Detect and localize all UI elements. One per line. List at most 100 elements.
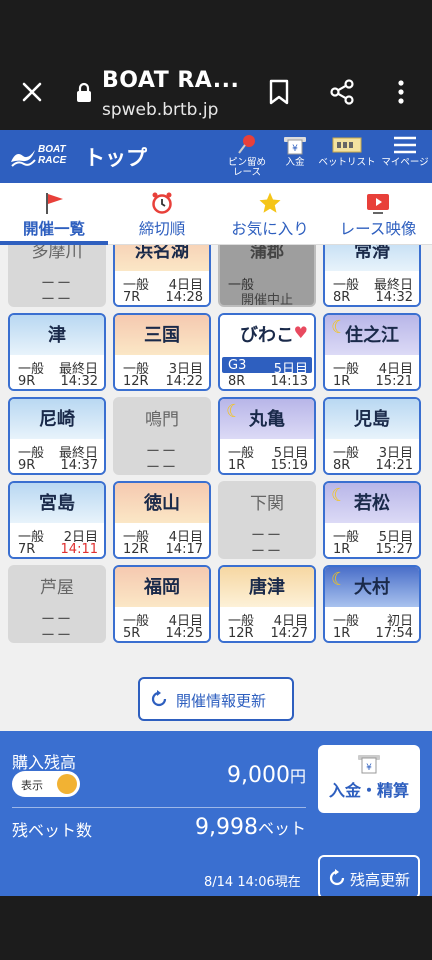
refresh-balance-button[interactable]: 残高更新 bbox=[318, 855, 420, 899]
boat-race-logo[interactable]: BOAT RACE bbox=[10, 142, 72, 172]
venue-name: 浜名湖 bbox=[135, 245, 189, 262]
show-balance-toggle[interactable]: 表示 bbox=[12, 771, 80, 797]
tab-bar: 開催一覧 締切順 お気に入り レース映像 bbox=[0, 183, 432, 245]
alarm-clock-icon bbox=[152, 192, 172, 214]
mypage-label: マイページ bbox=[381, 157, 429, 168]
refresh-icon bbox=[151, 690, 167, 707]
venue-card[interactable]: ☾ 若松 一般 5日目 1R 15:27 bbox=[323, 481, 421, 559]
race-deadline-time: 14:21 bbox=[375, 458, 413, 473]
venue-card[interactable]: 蒲郡 一般 開催中止 bbox=[218, 245, 316, 307]
venue-info: 一般 最終日 9R 14:32 bbox=[10, 355, 104, 389]
race-deadline-time: 14:11 bbox=[60, 542, 98, 557]
tab-schedule[interactable]: 開催一覧 bbox=[0, 183, 108, 245]
venue-card[interactable]: 下関 ーー ーー bbox=[218, 481, 316, 559]
race-deadline-time: 15:21 bbox=[375, 374, 413, 389]
venue-card[interactable]: 宮島 一般 2日目 7R 14:11 bbox=[8, 481, 106, 559]
venue-name: 唐津 bbox=[249, 577, 285, 598]
venue-card[interactable]: ☾ 住之江 一般 4日目 1R 15:21 bbox=[323, 313, 421, 391]
venue-info: 一般 4日目 12R 14:27 bbox=[220, 607, 314, 641]
venue-name: 児島 bbox=[354, 409, 390, 430]
deposit-settle-button[interactable]: ¥ 入金・精算 bbox=[318, 745, 420, 813]
tab-race-video[interactable]: レース映像 bbox=[324, 183, 432, 245]
race-number: 12R bbox=[123, 374, 149, 389]
url-text[interactable]: spweb.brtb.jp bbox=[102, 100, 218, 120]
no-race-indicator: ーー bbox=[41, 292, 73, 307]
venue-card[interactable]: 三国一般 3日目 12R 14:22 bbox=[113, 313, 211, 391]
venue-card[interactable]: 多摩川 ーー ーー bbox=[8, 245, 106, 307]
race-grade: G3 bbox=[228, 358, 247, 373]
venue-info: ーー ーー bbox=[10, 271, 104, 307]
tab-deadline[interactable]: 締切順 bbox=[108, 183, 216, 245]
venue-info: 一般 4日目 1R 15:21 bbox=[325, 355, 419, 389]
no-race-indicator: ーー bbox=[146, 460, 178, 475]
race-deadline-time: 14:28 bbox=[165, 290, 203, 305]
share-icon[interactable] bbox=[328, 78, 356, 106]
venue-card[interactable]: 浜名湖一般 4日目 7R 14:28 bbox=[113, 245, 211, 307]
venue-name: 住之江 bbox=[345, 325, 399, 346]
svg-text:¥: ¥ bbox=[292, 144, 298, 154]
venue-card[interactable]: ☾ 丸亀 一般 5日目 1R 15:19 bbox=[218, 397, 316, 475]
venue-card[interactable]: ☾ 大村 一般 初日 1R 17:54 bbox=[323, 565, 421, 643]
favorite-heart-icon: ♥ bbox=[293, 323, 308, 342]
venue-card[interactable]: 徳山 一般 4日目 12R 14:17 bbox=[113, 481, 211, 559]
pin-race-label: ピン留め レース bbox=[227, 157, 266, 178]
app-title: トップ bbox=[84, 146, 147, 170]
venue-card[interactable]: 福岡 一般 4日目 5R 14:25 bbox=[113, 565, 211, 643]
race-deadline-time: 14:32 bbox=[375, 290, 413, 305]
venue-card[interactable]: 尼崎 一般 最終日 9R 14:37 bbox=[8, 397, 106, 475]
balance-timestamp: 8/14 14:06現在 bbox=[204, 875, 301, 890]
venue-card[interactable]: 芦屋 ーー ーー bbox=[8, 565, 106, 643]
refresh-schedule-button[interactable]: 開催情報更新 bbox=[138, 677, 294, 721]
race-deadline-time: 14:32 bbox=[60, 374, 98, 389]
close-icon[interactable] bbox=[18, 78, 46, 106]
video-icon bbox=[367, 194, 389, 214]
venue-name: 福岡 bbox=[144, 577, 180, 598]
bet-list-label: ベットリスト bbox=[318, 157, 376, 168]
race-number: 1R bbox=[333, 374, 351, 389]
race-deadline-time: 14:17 bbox=[165, 542, 203, 557]
venue-info: 一般 最終日 8R 14:32 bbox=[325, 271, 419, 305]
venue-name: 津 bbox=[48, 325, 66, 346]
cancelled-note: 開催中止 bbox=[240, 293, 293, 307]
venue-card[interactable]: 唐津 一般 4日目 12R 14:27 bbox=[218, 565, 316, 643]
bet-list-button[interactable]: ベットリスト bbox=[318, 134, 376, 168]
venue-info: 一般 最終日 9R 14:37 bbox=[10, 439, 104, 473]
venue-name: 三国 bbox=[144, 325, 180, 346]
venue-card[interactable]: 津一般 最終日 9R 14:32 bbox=[8, 313, 106, 391]
bookmark-icon[interactable] bbox=[266, 78, 292, 106]
venue-info: 一般 初日 1R 17:54 bbox=[325, 607, 419, 641]
svg-text:¥: ¥ bbox=[366, 763, 372, 773]
tab-favorites[interactable]: お気に入り bbox=[216, 183, 324, 245]
venue-info: 一般 4日目 7R 14:28 bbox=[115, 271, 209, 305]
more-options-icon[interactable] bbox=[392, 78, 410, 106]
balance-label: 購入残高 bbox=[12, 753, 77, 772]
race-number: 9R bbox=[18, 458, 36, 473]
no-race-indicator: ーー bbox=[251, 544, 283, 559]
venue-name: 多摩川 bbox=[31, 245, 83, 262]
race-number: 9R bbox=[18, 374, 36, 389]
balance-amount: 9,000円 bbox=[227, 763, 306, 788]
venue-card[interactable]: 児島 一般 3日目 8R 14:21 bbox=[323, 397, 421, 475]
race-deadline-time: 14:27 bbox=[270, 626, 308, 641]
race-number: 5R bbox=[123, 626, 141, 641]
venue-info: 一般 3日目 12R 14:22 bbox=[115, 355, 209, 389]
venue-name: 丸亀 bbox=[249, 409, 285, 430]
venue-card[interactable]: 常滑 一般 最終日 8R 14:32 bbox=[323, 245, 421, 307]
venue-list-area: 多摩川 ーー ーー 浜名湖 一般 4日目 7R 14:28 蒲郡 一般 開催中止 常滑 一般 最終日 8R 1… bbox=[0, 245, 432, 731]
race-number: 8R bbox=[333, 458, 351, 473]
mypage-button[interactable]: マイページ bbox=[380, 134, 430, 168]
venue-name: 下関 bbox=[250, 494, 284, 514]
race-deadline-time: 14:25 bbox=[165, 626, 203, 641]
venue-card[interactable]: 鳴門 ーー ーー bbox=[113, 397, 211, 475]
pin-race-button[interactable]: ピン留め レース bbox=[222, 134, 272, 178]
browser-toolbar: BOAT RA... spweb.brtb.jp bbox=[0, 56, 432, 128]
race-number: 12R bbox=[228, 626, 254, 641]
deposit-header-button[interactable]: ¥ 入金 bbox=[278, 134, 312, 168]
venue-info: 一般 4日目 12R 14:17 bbox=[115, 523, 209, 557]
venue-card[interactable]: びわこ ♥ G3 5日目 8R 14:13 bbox=[218, 313, 316, 391]
venue-name: 宮島 bbox=[39, 493, 75, 514]
race-number: 1R bbox=[333, 542, 351, 557]
toggle-knob bbox=[57, 774, 77, 794]
venue-info: 一般 5日目 1R 15:19 bbox=[220, 439, 314, 473]
remaining-bets-label: 残ベット数 bbox=[12, 821, 93, 840]
